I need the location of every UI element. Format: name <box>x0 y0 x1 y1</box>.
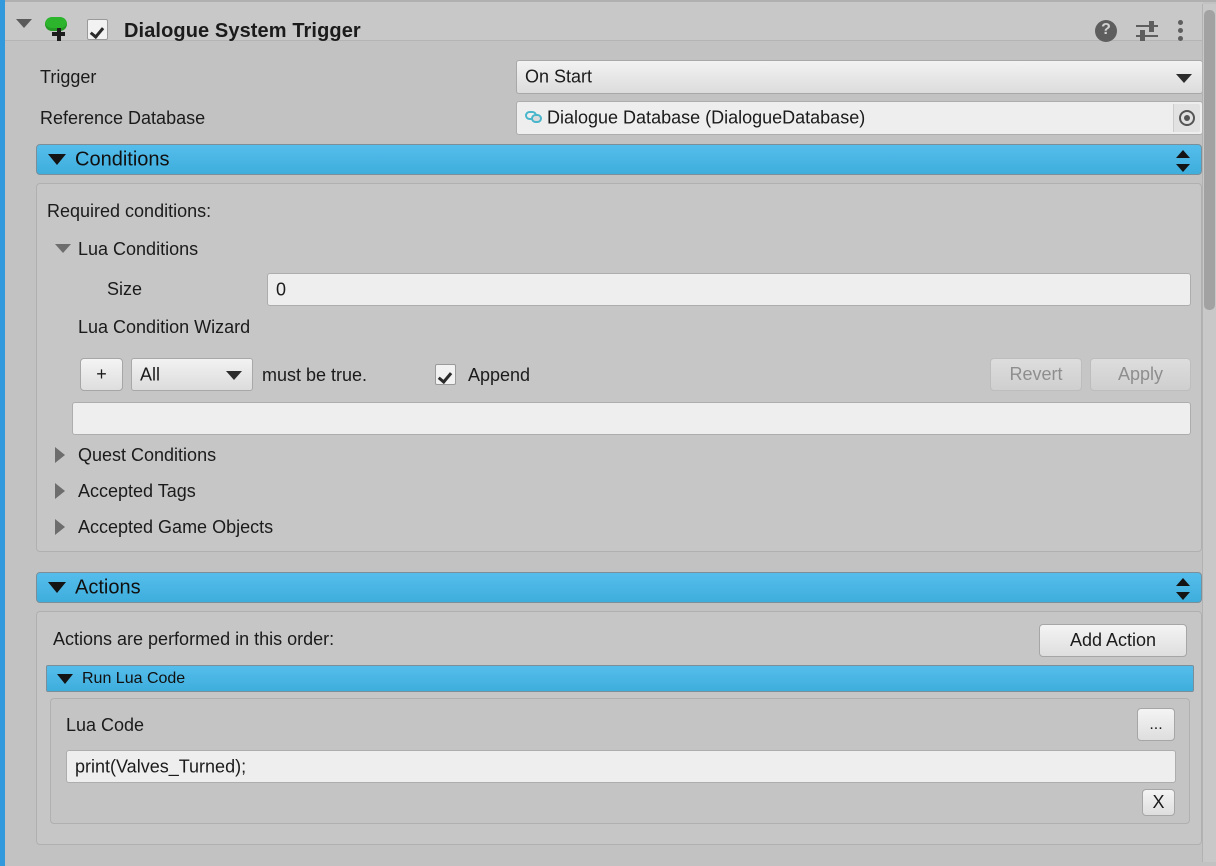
reference-database-object-field[interactable]: Dialogue Database (DialogueDatabase) <box>516 101 1203 135</box>
accepted-game-objects-label[interactable]: Accepted Game Objects <box>78 517 273 538</box>
conditions-section-title: Conditions <box>75 148 170 170</box>
wizard-mode-dropdown[interactable]: All <box>131 358 253 391</box>
scrollbar-thumb[interactable] <box>1204 10 1215 310</box>
checkmark-icon <box>91 21 106 36</box>
wizard-append-checkbox[interactable] <box>435 364 456 385</box>
selection-strip <box>0 0 5 866</box>
wizard-append-label: Append <box>468 365 531 385</box>
conditions-section-header[interactable]: Conditions <box>36 144 1202 175</box>
lua-conditions-foldout-arrow-icon[interactable] <box>55 244 71 253</box>
more-menu-icon[interactable] <box>1178 20 1184 42</box>
trigger-dropdown[interactable]: On Start <box>516 60 1203 94</box>
dialogue-database-icon <box>525 110 542 124</box>
component-header[interactable]: Dialogue System Trigger ? <box>5 2 1203 42</box>
lua-conditions-label: Lua Conditions <box>78 239 199 259</box>
actions-reorder-handle[interactable] <box>1175 578 1191 600</box>
wizard-add-condition-button[interactable]: + <box>80 358 123 391</box>
actions-foldout-arrow-icon[interactable] <box>48 582 66 593</box>
component-foldout-arrow-icon[interactable] <box>16 19 32 28</box>
inspector-window: Dialogue System Trigger ? Trigger On Sta… <box>0 0 1216 866</box>
wizard-mode-value: All <box>140 364 161 384</box>
remove-action-button[interactable]: X <box>1142 789 1175 816</box>
wizard-code-input[interactable] <box>72 402 1191 435</box>
actions-order-label: Actions are performed in this order: <box>53 629 335 649</box>
wizard-revert-button[interactable]: Revert <box>990 358 1082 391</box>
reference-database-value: Dialogue Database (DialogueDatabase) <box>547 107 866 128</box>
quest-conditions-foldout-arrow-icon[interactable] <box>55 447 65 463</box>
preset-icon[interactable] <box>1135 20 1159 42</box>
accepted-game-objects-foldout-arrow-icon[interactable] <box>55 519 65 535</box>
action-item-header-run-lua-code[interactable]: Run Lua Code <box>46 665 1194 692</box>
lua-code-value: print(Valves_Turned); <box>75 756 247 776</box>
add-action-button[interactable]: Add Action <box>1039 624 1187 657</box>
accepted-tags-foldout-arrow-icon[interactable] <box>55 483 65 499</box>
must-be-true-label: must be true. <box>262 365 368 385</box>
wizard-apply-button[interactable]: Apply <box>1090 358 1191 391</box>
accepted-tags-label[interactable]: Accepted Tags <box>78 481 196 502</box>
required-conditions-label: Required conditions: <box>47 201 212 221</box>
component-enabled-checkbox[interactable] <box>87 19 108 40</box>
trigger-value: On Start <box>525 66 593 87</box>
lua-condition-wizard-label: Lua Condition Wizard <box>78 317 251 337</box>
actions-section-title: Actions <box>75 576 141 598</box>
trigger-label: Trigger <box>40 67 97 87</box>
conditions-foldout-arrow-icon[interactable] <box>48 154 66 165</box>
reference-database-picker-button[interactable] <box>1173 104 1200 132</box>
conditions-reorder-handle[interactable] <box>1175 150 1191 172</box>
chevron-down-icon <box>226 371 242 380</box>
checkmark-icon <box>439 366 454 381</box>
lua-code-ellipsis-button[interactable]: ... <box>1137 708 1175 741</box>
action-item-title: Run Lua Code <box>82 669 186 687</box>
target-circle-icon <box>1179 110 1195 126</box>
lua-code-label: Lua Code <box>66 715 145 735</box>
size-label: Size <box>107 279 143 299</box>
reference-database-label: Reference Database <box>40 108 206 128</box>
dialogue-system-trigger-icon <box>43 16 69 42</box>
quest-conditions-label[interactable]: Quest Conditions <box>78 445 216 466</box>
size-input[interactable]: 0 <box>267 273 1191 306</box>
size-value: 0 <box>276 279 287 299</box>
lua-code-input[interactable]: print(Valves_Turned); <box>66 750 1176 783</box>
chevron-down-icon <box>1176 74 1192 83</box>
help-icon[interactable]: ? <box>1095 20 1117 42</box>
run-lua-code-foldout-arrow-icon[interactable] <box>57 674 73 684</box>
actions-section-header[interactable]: Actions <box>36 572 1202 603</box>
component-title: Dialogue System Trigger <box>124 20 361 42</box>
vertical-scrollbar[interactable] <box>1202 4 1216 862</box>
